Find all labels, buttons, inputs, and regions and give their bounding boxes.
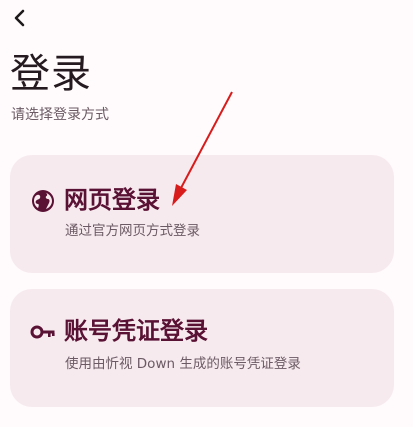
page-title: 登录 — [10, 51, 92, 97]
credential-login-description: 使用由忻视 Down 生成的账号凭证登录 — [65, 356, 301, 372]
web-login-option[interactable]: 网页登录 通过官方网页方式登录 — [10, 155, 394, 273]
back-button[interactable] — [6, 4, 34, 32]
credential-login-option[interactable]: 账号凭证登录 使用由忻视 Down 生成的账号凭证登录 — [10, 289, 394, 407]
globe-icon — [30, 188, 56, 214]
page-subtitle: 请选择登录方式 — [11, 107, 109, 123]
web-login-description: 通过官方网页方式登录 — [65, 223, 200, 239]
credential-login-title: 账号凭证登录 — [64, 317, 208, 345]
web-login-title: 网页登录 — [64, 186, 160, 214]
key-icon — [30, 319, 56, 345]
chevron-left-icon — [14, 9, 25, 27]
